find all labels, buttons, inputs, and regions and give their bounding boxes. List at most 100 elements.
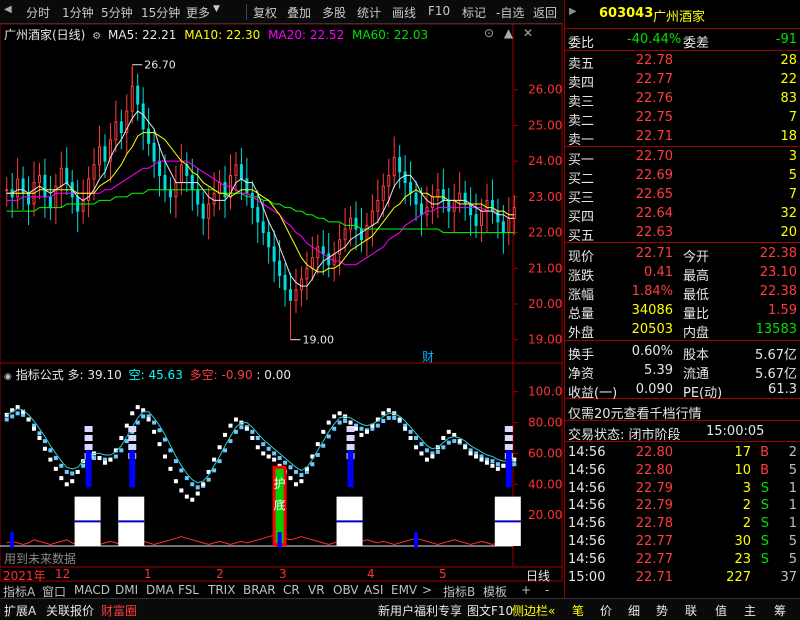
tool-add-watchlist[interactable]: -自选: [496, 4, 524, 21]
bid-row: 买三 22.65 7: [565, 185, 800, 206]
candle-body: [245, 178, 249, 194]
finance-marker[interactable]: 财: [422, 350, 434, 364]
chart-area[interactable]: 26.00 25.00 24.00 23.00 22.00 21.00 20.00 19.00…: [0, 24, 563, 582]
tab-dmi[interactable]: DMI: [115, 583, 138, 597]
bid-price: 22.63: [635, 225, 673, 240]
duo-point: [299, 479, 304, 484]
trade-time: 14:56: [568, 516, 606, 532]
period-more[interactable]: 更多: [186, 4, 210, 21]
toolbar-back-icon[interactable]: ◀: [4, 4, 12, 15]
side-tab-zhi[interactable]: 值: [715, 602, 727, 619]
tab-cr[interactable]: CR: [283, 583, 300, 597]
sidebar-toggle[interactable]: 侧边栏«: [512, 602, 555, 619]
candle-body: [261, 221, 265, 234]
related-quote-button[interactable]: 关联报价: [46, 602, 94, 619]
tool-stats[interactable]: 统计: [357, 4, 381, 21]
candle-body: [130, 85, 134, 112]
candle-body: [376, 199, 380, 212]
tool-draw-line[interactable]: 画线: [392, 4, 416, 21]
tool-f10[interactable]: F10: [428, 4, 450, 18]
tab-more-arrow[interactable]: >: [422, 583, 432, 597]
legend-duokong: 多空: -0.90: [189, 368, 253, 382]
tab-brar[interactable]: BRAR: [243, 583, 276, 597]
f10-button[interactable]: 图文F10: [467, 602, 513, 619]
bid-price: 22.65: [635, 187, 673, 202]
side-tab-shi[interactable]: 势: [656, 602, 668, 619]
candle-body: [179, 164, 183, 184]
period-15min[interactable]: 15分钟: [141, 4, 180, 21]
stock-prev-icon[interactable]: ▶: [569, 6, 577, 17]
candle-body: [294, 289, 298, 301]
signal-dot: [346, 444, 355, 450]
tab-vr[interactable]: VR: [308, 583, 325, 597]
tab-dma[interactable]: DMA: [146, 583, 174, 597]
ext-a-button[interactable]: 扩展A: [4, 602, 36, 619]
tab-macd[interactable]: MACD: [74, 583, 110, 597]
price-tick-label: 20.00: [528, 297, 562, 311]
ask-row: 卖四 22.77 22: [565, 70, 800, 91]
stat-value-2: 22.38: [759, 284, 797, 299]
ask-volume: 83: [780, 91, 797, 106]
period-1min[interactable]: 1分钟: [62, 4, 94, 21]
trade-count: 37: [780, 569, 797, 585]
kong-point: [4, 417, 9, 422]
signal-dot: [128, 435, 137, 441]
window-up-icon[interactable]: ▲: [504, 26, 513, 40]
kong-point: [10, 414, 15, 419]
kong-point: [283, 460, 288, 465]
ask-price: 22.77: [635, 72, 673, 87]
x-axis: 2021年 12 1 2 3 4 5 日线: [0, 567, 563, 583]
chart-toolbar: ◀ 分时 1分钟 5分钟 15分钟 更多 ▼ 复权 叠加 多股 统计 画线 F1…: [0, 0, 563, 24]
kong-point: [337, 420, 342, 425]
promo-row[interactable]: 仅需20元查看千档行情: [565, 401, 800, 422]
new-user-welfare-link[interactable]: 新用户福利专享: [378, 602, 462, 619]
tool-overlay[interactable]: 叠加: [287, 4, 311, 21]
tab-obv[interactable]: OBV: [333, 583, 359, 597]
wealth-circle-button[interactable]: 财富圈: [101, 602, 137, 619]
tab-emv[interactable]: EMV: [391, 583, 417, 597]
marker-char: 底: [274, 497, 286, 512]
restore-icon[interactable]: ⊙: [484, 26, 494, 40]
duo-point: [441, 436, 446, 440]
stat-value: 34086: [631, 303, 673, 318]
side-tab-bi[interactable]: 笔: [572, 602, 584, 619]
tab-trix[interactable]: TRIX: [208, 583, 235, 597]
tool-return[interactable]: 返回: [533, 4, 557, 21]
duo-point: [244, 426, 249, 431]
window-close-icon[interactable]: ✕: [523, 26, 533, 40]
bid-volume: 32: [780, 206, 797, 221]
kong-point: [190, 482, 195, 487]
period-5min[interactable]: 5分钟: [101, 4, 133, 21]
stat2-label: 收益(一): [568, 386, 618, 401]
side-tab-lian[interactable]: 联: [685, 602, 697, 619]
side-tab-jia[interactable]: 价: [600, 602, 612, 619]
collapse-icon[interactable]: ◉: [4, 372, 12, 382]
tab-remove[interactable]: -: [545, 583, 549, 597]
settings-icon[interactable]: ⚙: [92, 31, 101, 42]
bid-volume: 3: [788, 149, 797, 164]
duo-point: [288, 476, 293, 481]
kong-point: [250, 429, 255, 434]
signal-bar: [129, 450, 136, 488]
tool-fuquan[interactable]: 复权: [253, 4, 277, 21]
duo-point: [501, 463, 506, 468]
side-tab-chou[interactable]: 筹: [774, 602, 786, 619]
indicator-title[interactable]: 指标公式: [16, 368, 64, 382]
side-tab-zhu[interactable]: 主: [744, 602, 756, 619]
kong-point: [424, 448, 429, 453]
tool-multi-stock[interactable]: 多股: [322, 4, 346, 21]
side-tab-xi[interactable]: 细: [628, 602, 640, 619]
duo-point: [32, 426, 37, 431]
kong-point: [53, 456, 58, 461]
trade-volume: 3: [742, 480, 751, 496]
tab-add[interactable]: +: [521, 583, 531, 597]
period-intraday[interactable]: 分时: [26, 4, 50, 21]
tool-mark[interactable]: 标记: [462, 4, 486, 21]
bid-row: 买五 22.63 20: [565, 223, 800, 244]
candle-body: [114, 121, 118, 141]
duo-point: [228, 423, 233, 428]
candle-body: [332, 253, 336, 266]
tab-fsl[interactable]: FSL: [178, 583, 199, 597]
tab-asi[interactable]: ASI: [364, 583, 383, 597]
chevron-down-icon[interactable]: ▼: [213, 4, 220, 14]
